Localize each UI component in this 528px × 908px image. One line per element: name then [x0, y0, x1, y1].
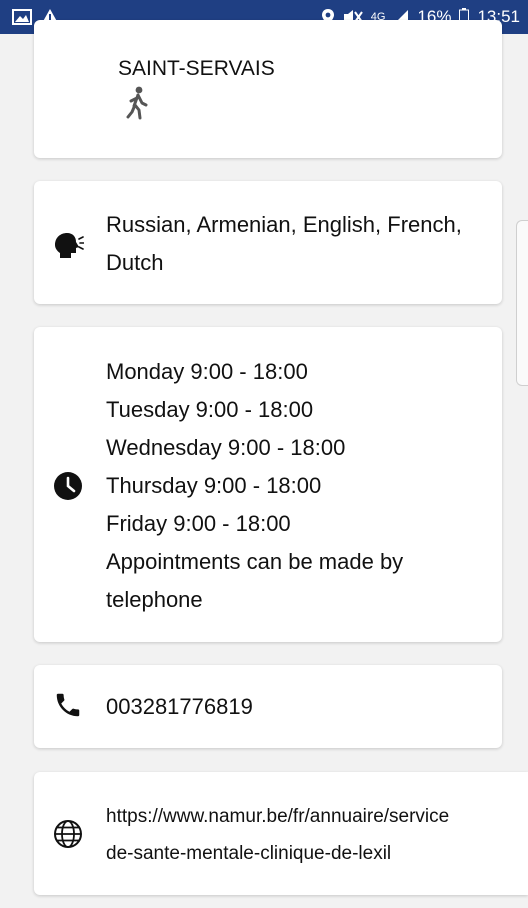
hours-card: Monday 9:00 - 18:00 Tuesday 9:00 - 18:00…: [34, 327, 502, 642]
globe-icon: [52, 818, 84, 850]
hours-tuesday: Tuesday 9:00 - 18:00: [106, 397, 314, 422]
hours-thursday: Thursday 9:00 - 18:00: [106, 473, 322, 498]
side-panel-handle[interactable]: [516, 220, 528, 386]
clock-icon: [52, 470, 84, 502]
hours-monday: Monday 9:00 - 18:00: [106, 359, 308, 384]
phone-number[interactable]: 003281776819: [106, 688, 492, 726]
website-card[interactable]: https://www.namur.be/fr/annuaire/service…: [34, 772, 528, 895]
website-url-line1[interactable]: https://www.namur.be/fr/annuaire/service: [106, 798, 449, 835]
website-url[interactable]: https://www.namur.be/fr/annuaire/service…: [106, 798, 449, 872]
website-url-line2[interactable]: de-sante-mentale-clinique-de-lexil: [106, 835, 449, 872]
languages-text: Russian, Armenian, English, French, Dutc…: [106, 212, 462, 275]
phone-icon: [52, 689, 84, 721]
image-icon: [12, 9, 32, 25]
phone-card[interactable]: 003281776819: [34, 665, 502, 748]
hours-note-line1: Appointments can be made by: [106, 549, 404, 574]
address-city: SAINT-SERVAIS: [118, 57, 275, 80]
hours-note-line2: telephone: [106, 587, 203, 612]
hours-wednesday: Wednesday 9:00 - 18:00: [106, 435, 346, 460]
hours-friday: Friday 9:00 - 18:00: [106, 511, 291, 536]
speaking-head-icon: [52, 229, 84, 261]
hours-list: Monday 9:00 - 18:00 Tuesday 9:00 - 18:00…: [106, 353, 492, 619]
walking-person-icon: [126, 86, 148, 120]
address-card: SAINT-SERVAIS: [34, 20, 502, 158]
languages-card: Russian, Armenian, English, French, Dutc…: [34, 181, 502, 304]
